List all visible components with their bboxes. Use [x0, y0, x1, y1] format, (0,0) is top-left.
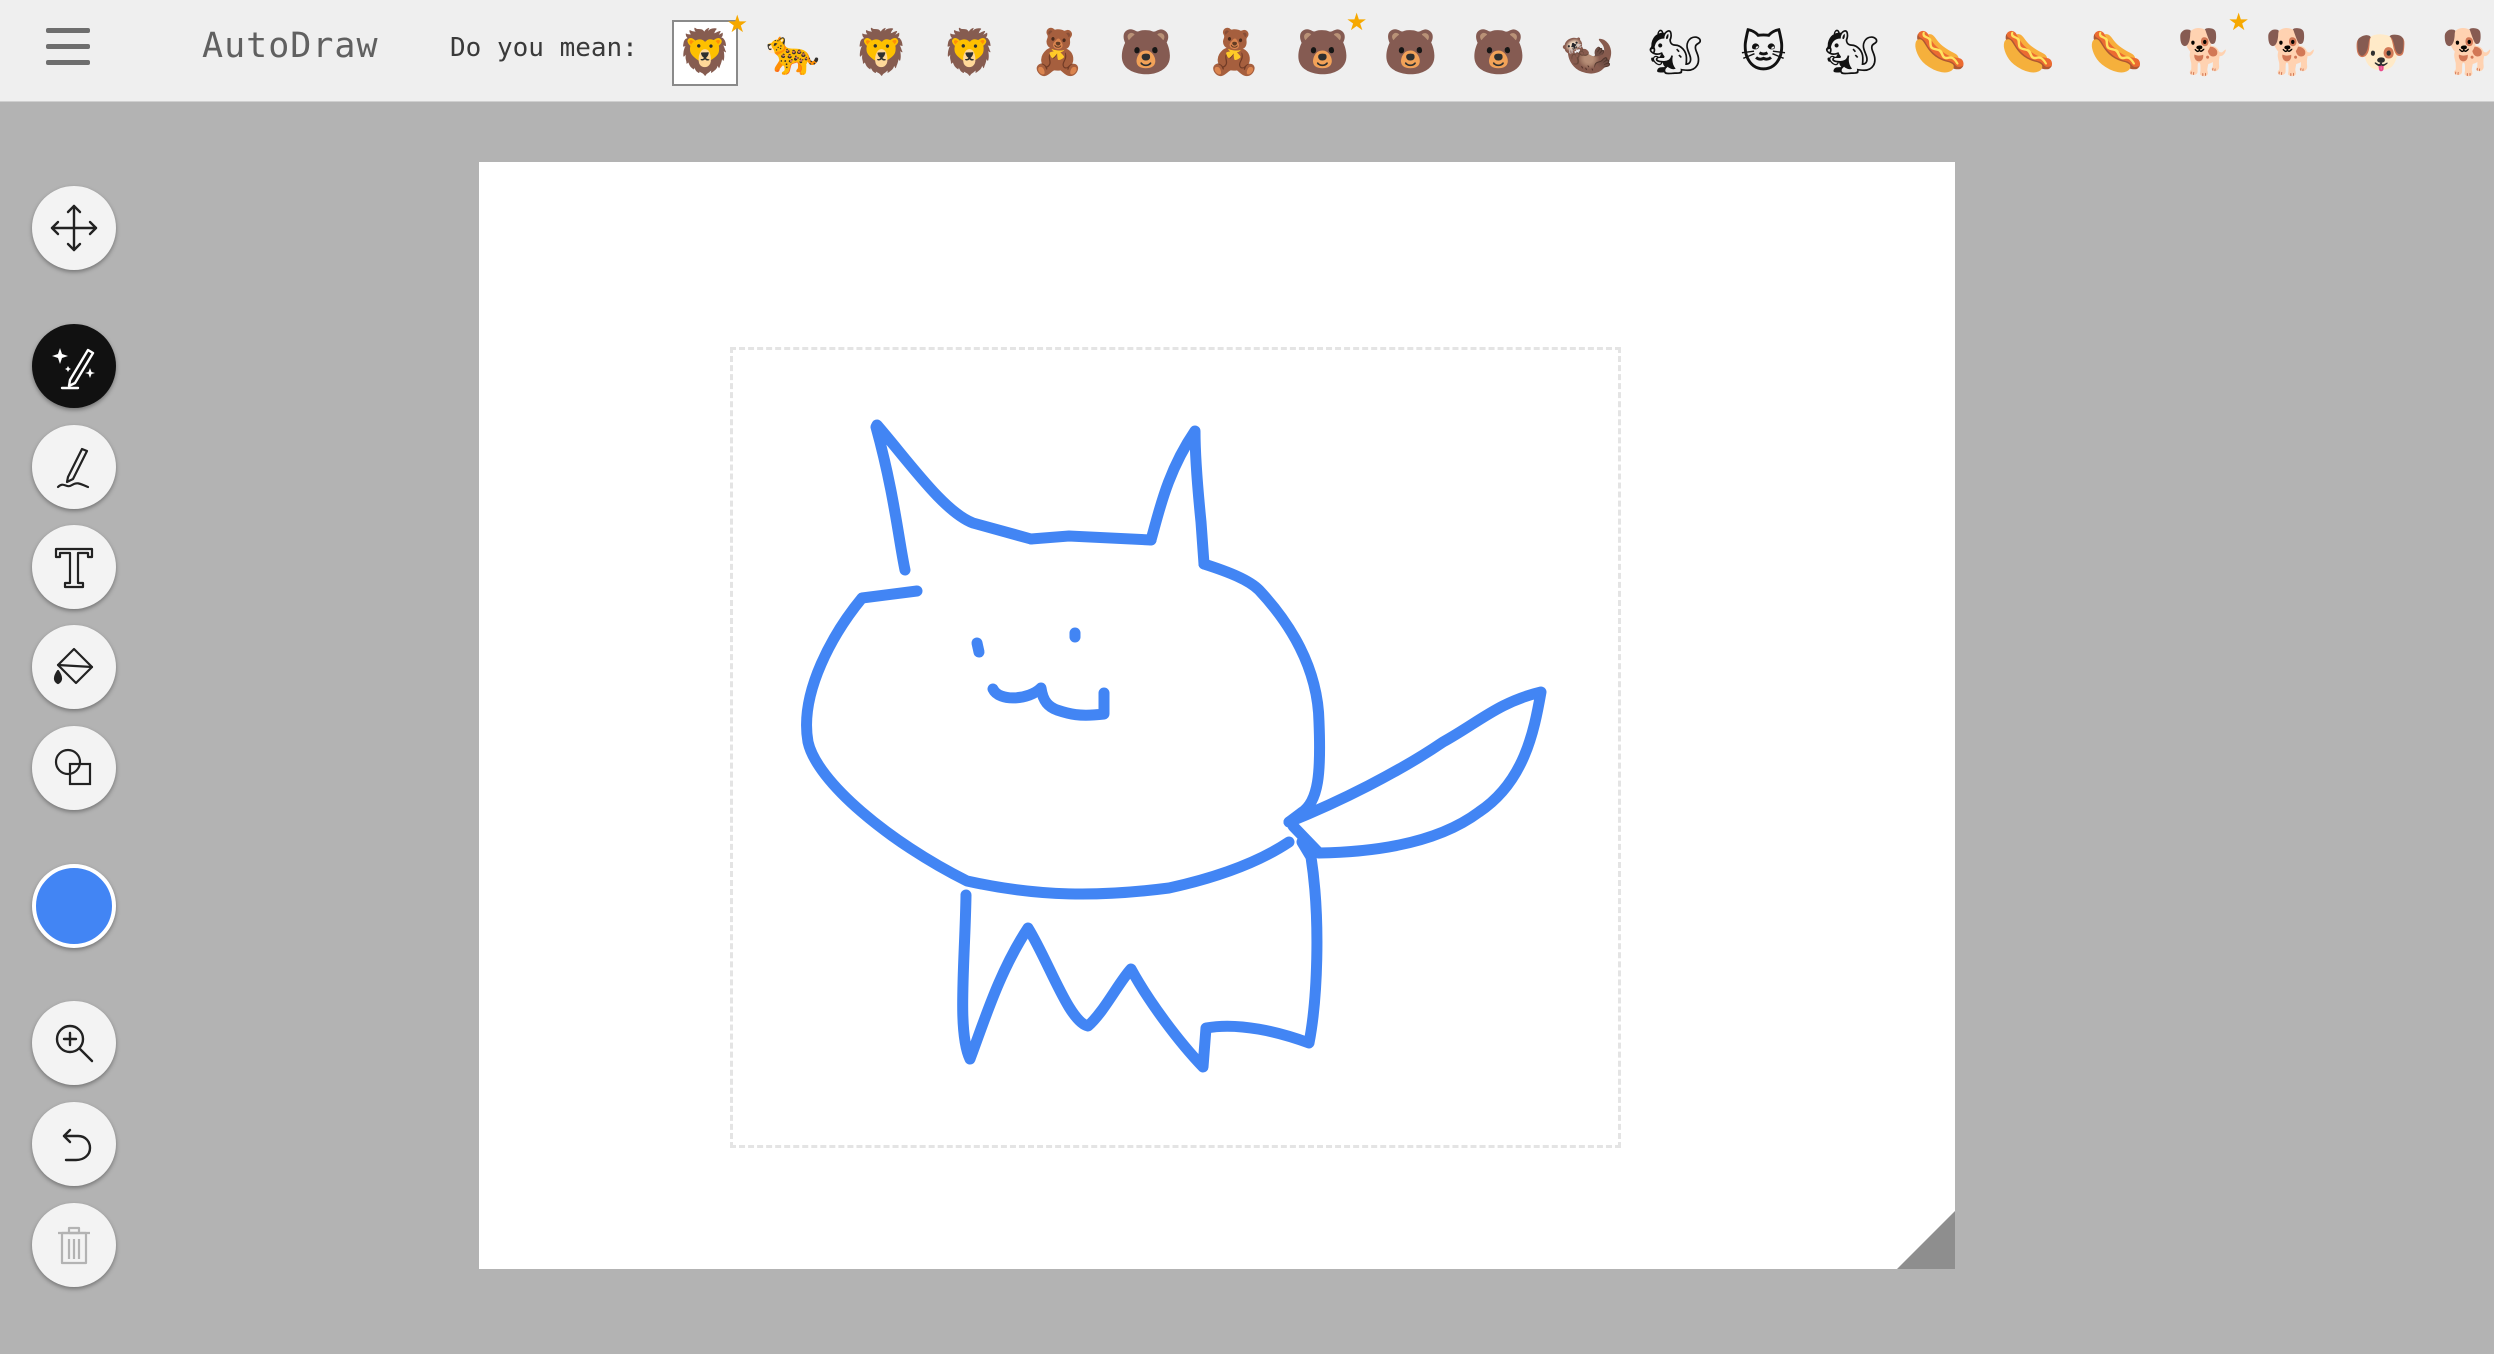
suggestion-item[interactable]: 🦁 — [848, 20, 914, 86]
paint-bucket-icon — [53, 647, 94, 685]
squirrel-icon: 🐿 — [1647, 27, 1704, 78]
hotdog-bun-icon: 🌭 — [2000, 27, 2056, 78]
text-tool-button[interactable] — [32, 525, 116, 609]
zoom-in-icon — [55, 1024, 94, 1063]
zoom-button[interactable] — [32, 1001, 116, 1085]
drawing-canvas[interactable] — [479, 162, 1955, 1269]
suggestion-item[interactable]: 🐶 — [2348, 20, 2414, 86]
pencil-icon — [56, 447, 90, 489]
lion-head-side-icon: 🦁 — [942, 27, 997, 78]
sketch-drawing[interactable] — [479, 162, 1955, 1269]
text-icon — [54, 547, 94, 589]
suggestion-item[interactable]: 🐻 — [1466, 20, 1532, 86]
resize-handle[interactable] — [1897, 1211, 1955, 1269]
hotdog-side-icon: 🌭 — [2088, 27, 2144, 78]
suggestion-item[interactable]: 🐆 — [760, 20, 826, 86]
meerkat-icon: 🦦 — [1559, 27, 1615, 78]
top-bar: AutoDraw Do you mean: 🦁 ★ 🐆 🦁 🦁 🧸 🐻 🧸 🐻 ★ 🐻 🐻 🦦 🐿 🐱 🐿 🌭 🌭… — [0, 0, 2494, 102]
shapes-icon — [54, 748, 92, 786]
dog-standing-icon: 🐕 — [2265, 27, 2320, 78]
suggestion-item[interactable]: 🐕 ★ — [2171, 8, 2249, 86]
bear-walking-icon: 🐻 — [1383, 27, 1438, 78]
cat-face-icon: 🐱 — [1740, 27, 1787, 78]
bear-small-face-icon: 🐻 — [1294, 27, 1350, 78]
menu-icon[interactable] — [46, 28, 94, 68]
suggestion-item[interactable]: 🐕 — [2260, 20, 2326, 86]
teddy-figure-icon: 🧸 — [1030, 27, 1086, 78]
suggestion-item[interactable]: 🦁 — [937, 20, 1003, 86]
suggestion-item[interactable]: 🐱 — [1730, 20, 1796, 86]
undo-button[interactable] — [32, 1102, 116, 1186]
autodraw-tool-button[interactable] — [32, 324, 116, 408]
star-icon: ★ — [726, 10, 748, 38]
move-icon — [50, 204, 98, 252]
suggestion-item[interactable]: 🦦 — [1554, 20, 1620, 86]
teddy-bear-icon: 🧸 — [1206, 27, 1262, 78]
suggestion-item[interactable]: 🧸 — [1201, 20, 1267, 86]
suggestion-item[interactable]: 🌭 — [1995, 20, 2061, 86]
delete-button[interactable] — [32, 1203, 116, 1287]
suggestion-item[interactable]: 🌭 — [2083, 20, 2149, 86]
color-picker-button[interactable] — [32, 864, 116, 948]
suggestion-item[interactable]: 🐻 ★ — [1289, 8, 1367, 86]
hotdog-icon: 🌭 — [1912, 27, 1968, 78]
dachshund-icon: 🐕 — [2176, 27, 2232, 78]
lion-face-icon: 🦁 — [853, 27, 909, 78]
dog-sitting-icon: 🐕 — [2441, 27, 2494, 78]
suggestion-item[interactable]: 🦁 ★ — [672, 10, 748, 86]
suggestion-item[interactable]: 🐿 — [1642, 20, 1708, 86]
draw-tool-button[interactable] — [32, 425, 116, 509]
suggestion-item[interactable]: 🐕 — [2436, 20, 2494, 86]
suggestion-label: Do you mean: — [450, 33, 638, 63]
suggestion-item[interactable]: 🐻 — [1113, 20, 1179, 86]
magic-pencil-icon — [52, 348, 95, 390]
bear-face-bow-icon: 🐻 — [1118, 27, 1174, 78]
squirrel-tail-icon: 🐿 — [1823, 27, 1880, 78]
suggestion-item[interactable]: 🐿 — [1819, 20, 1885, 86]
trash-icon — [58, 1226, 90, 1265]
star-icon: ★ — [2227, 8, 2250, 36]
star-icon: ★ — [1345, 8, 1368, 36]
bear-head-icon: 🐻 — [1471, 27, 1527, 78]
move-tool-button[interactable] — [32, 186, 116, 270]
suggestion-item[interactable]: 🌭 — [1907, 20, 1973, 86]
fill-tool-button[interactable] — [32, 625, 116, 709]
shape-tool-button[interactable] — [32, 726, 116, 810]
lion-icon: 🦁 — [677, 27, 733, 78]
dog-face-icon: 🐶 — [2353, 27, 2409, 78]
undo-icon — [62, 1128, 92, 1162]
app-title: AutoDraw — [202, 26, 379, 66]
suggestion-item[interactable]: 🐻 — [1378, 20, 1444, 86]
lion-walking-icon: 🐆 — [765, 27, 821, 78]
suggestion-item[interactable]: 🧸 — [1025, 20, 1091, 86]
